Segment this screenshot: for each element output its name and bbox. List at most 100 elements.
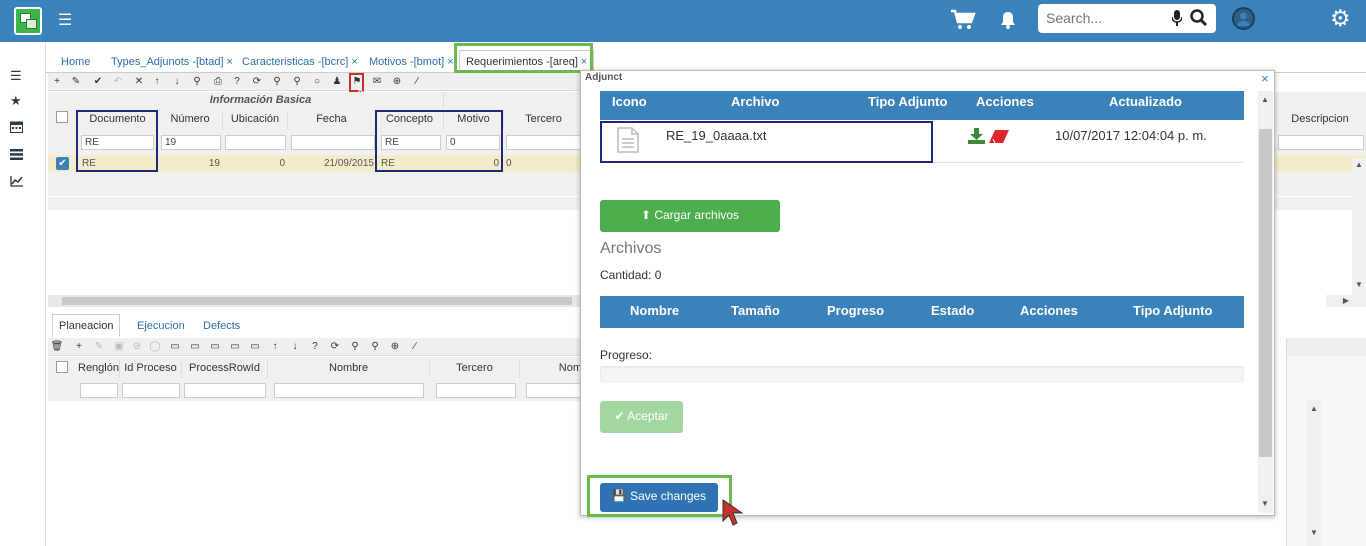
col-numero[interactable]: Número xyxy=(158,111,223,129)
col-ubicacion[interactable]: Ubicación xyxy=(223,111,288,129)
modal-vertical-scrollbar[interactable]: ▲ ▼ xyxy=(1258,91,1273,513)
select-all-checkbox[interactable] xyxy=(56,361,68,373)
col-fecha[interactable]: Fecha xyxy=(288,111,376,129)
col-renglon[interactable]: Renglón xyxy=(78,360,120,378)
col-nombre[interactable]: Nombre xyxy=(268,360,430,378)
list-icon[interactable] xyxy=(10,148,23,163)
subtab-planeacion[interactable]: Planeacion xyxy=(52,314,121,337)
scroll-down-icon[interactable]: ▼ xyxy=(1310,528,1318,537)
user-avatar-icon[interactable] xyxy=(1232,7,1255,30)
help-icon[interactable]: ? xyxy=(308,340,322,354)
arrow-up-icon[interactable]: ↑ xyxy=(268,340,282,354)
scroll-up-icon[interactable]: ▲ xyxy=(1355,160,1363,169)
filter-fecha[interactable] xyxy=(291,135,375,150)
tab-home[interactable]: Home xyxy=(54,50,97,73)
option-icon[interactable]: ▭ xyxy=(208,340,222,354)
menu-icon[interactable]: ☰ xyxy=(10,68,22,84)
filter-nom[interactable] xyxy=(526,383,582,398)
arrow-down-icon[interactable]: ↓ xyxy=(288,340,302,354)
scroll-thumb[interactable] xyxy=(1259,129,1272,457)
user-icon[interactable]: ♟ xyxy=(330,75,344,89)
zoom-out-icon[interactable]: ⚲ xyxy=(368,340,382,354)
save-check-icon[interactable]: ✔ xyxy=(91,75,105,89)
trash-icon[interactable]: 🗑 xyxy=(50,340,64,354)
arrow-down-icon[interactable]: ↓ xyxy=(170,75,184,89)
tab-types-adjunots[interactable]: Types_Adjunots -[btad] × xyxy=(104,50,240,73)
add-icon[interactable]: + xyxy=(50,75,64,89)
upload-files-button[interactable]: ⬆ Cargar archivos xyxy=(600,200,780,232)
add-icon[interactable]: + xyxy=(72,340,86,354)
tab-close-icon[interactable]: × xyxy=(447,56,453,68)
eraser-delete-icon[interactable] xyxy=(989,130,1009,146)
filter-nombre[interactable] xyxy=(274,383,424,398)
search-input[interactable] xyxy=(1046,10,1166,26)
logo-icon[interactable] xyxy=(14,7,42,35)
col-id-proceso[interactable]: Id Proceso xyxy=(120,360,182,378)
option-icon[interactable]: ▭ xyxy=(248,340,262,354)
filter-numero[interactable]: 19 xyxy=(161,135,221,150)
menu-icon[interactable]: ☰ xyxy=(58,13,72,29)
refresh-icon[interactable]: ⟳ xyxy=(250,75,264,89)
tab-close-icon[interactable]: × xyxy=(227,56,233,68)
option-icon[interactable]: ▭ xyxy=(228,340,242,354)
filter-id-proceso[interactable] xyxy=(122,383,180,398)
save-icon[interactable]: ▣ xyxy=(112,340,126,354)
col-tercero[interactable]: Tercero xyxy=(504,111,584,129)
filter-tercero[interactable] xyxy=(436,383,516,398)
bell-icon[interactable] xyxy=(1000,11,1016,34)
filter-renglon[interactable] xyxy=(80,383,118,398)
microphone-icon[interactable] xyxy=(1171,10,1183,26)
cart-icon[interactable] xyxy=(950,9,976,37)
col-nom[interactable]: Nom xyxy=(520,360,582,378)
scroll-up-icon[interactable]: ▲ xyxy=(1310,404,1318,413)
help-icon[interactable]: ? xyxy=(230,75,244,89)
row-checkbox[interactable]: ✔ xyxy=(56,157,69,170)
edit-icon[interactable]: ✎ xyxy=(92,340,106,354)
tab-caracteristicas[interactable]: Caracteristicas -[bcrc] × xyxy=(235,50,365,73)
edit-icon[interactable]: ✎ xyxy=(69,75,83,89)
filter-processrowid[interactable] xyxy=(184,383,266,398)
chart-line-icon[interactable] xyxy=(10,175,24,190)
zoom-out-icon[interactable]: ⚲ xyxy=(290,75,304,89)
option-icon[interactable]: ▭ xyxy=(188,340,202,354)
add-circle-icon[interactable]: ⊕ xyxy=(390,75,404,89)
find-icon[interactable]: ⚲ xyxy=(190,75,204,89)
delete-icon[interactable]: ✕ xyxy=(132,75,146,89)
aceptar-button[interactable]: ✔ Aceptar xyxy=(600,401,683,433)
filter-tercero[interactable] xyxy=(506,135,581,150)
search-box[interactable] xyxy=(1038,4,1216,33)
undo-icon[interactable]: ↶ xyxy=(111,75,125,89)
search-icon[interactable] xyxy=(1190,9,1208,27)
zoom-in-icon[interactable]: ⚲ xyxy=(270,75,284,89)
comment-icon[interactable]: ○ xyxy=(310,75,324,89)
zoom-in-icon[interactable]: ⚲ xyxy=(348,340,362,354)
settings-gear-icon[interactable]: ⚙ xyxy=(1330,5,1351,32)
col-processrowid[interactable]: ProcessRowId xyxy=(182,360,268,378)
filter-descripcion[interactable] xyxy=(1278,135,1364,150)
resize-icon[interactable]: ∕ xyxy=(410,75,424,89)
add-circle-icon[interactable]: ⊕ xyxy=(388,340,402,354)
scroll-up-icon[interactable]: ▲ xyxy=(1261,95,1269,104)
scroll-down-icon[interactable]: ▼ xyxy=(1355,280,1363,289)
calendar-icon[interactable] xyxy=(10,120,23,136)
subtab-ejecucion[interactable]: Ejecucion xyxy=(130,314,192,337)
filter-ubicacion[interactable] xyxy=(225,135,286,150)
arrow-up-icon[interactable]: ↑ xyxy=(150,75,164,89)
star-icon[interactable]: ★ xyxy=(10,93,22,109)
cancel-icon[interactable]: ⊘ xyxy=(130,340,144,354)
vertical-scrollbar[interactable]: ▲ ▼ xyxy=(1307,400,1321,546)
col-tercero[interactable]: Tercero xyxy=(430,360,520,378)
mail-icon[interactable]: ✉ xyxy=(370,75,384,89)
print-icon[interactable]: ⎙ xyxy=(211,75,225,89)
refresh-icon[interactable]: ⟳ xyxy=(328,340,342,354)
option-icon[interactable]: ▭ xyxy=(168,340,182,354)
tab-motivos[interactable]: Motivos -[bmot] × xyxy=(362,50,461,73)
tab-close-icon[interactable]: × xyxy=(351,56,357,68)
resize-icon[interactable]: ∕ xyxy=(408,340,422,354)
subtab-defects[interactable]: Defects xyxy=(196,314,247,337)
copy-icon[interactable]: ◯ xyxy=(148,340,162,354)
download-icon[interactable] xyxy=(968,128,985,147)
col-descripcion[interactable]: Descripcion xyxy=(1274,111,1366,129)
vertical-scrollbar[interactable]: ▲ ▼ xyxy=(1352,158,1366,298)
scroll-down-icon[interactable]: ▼ xyxy=(1261,499,1269,508)
